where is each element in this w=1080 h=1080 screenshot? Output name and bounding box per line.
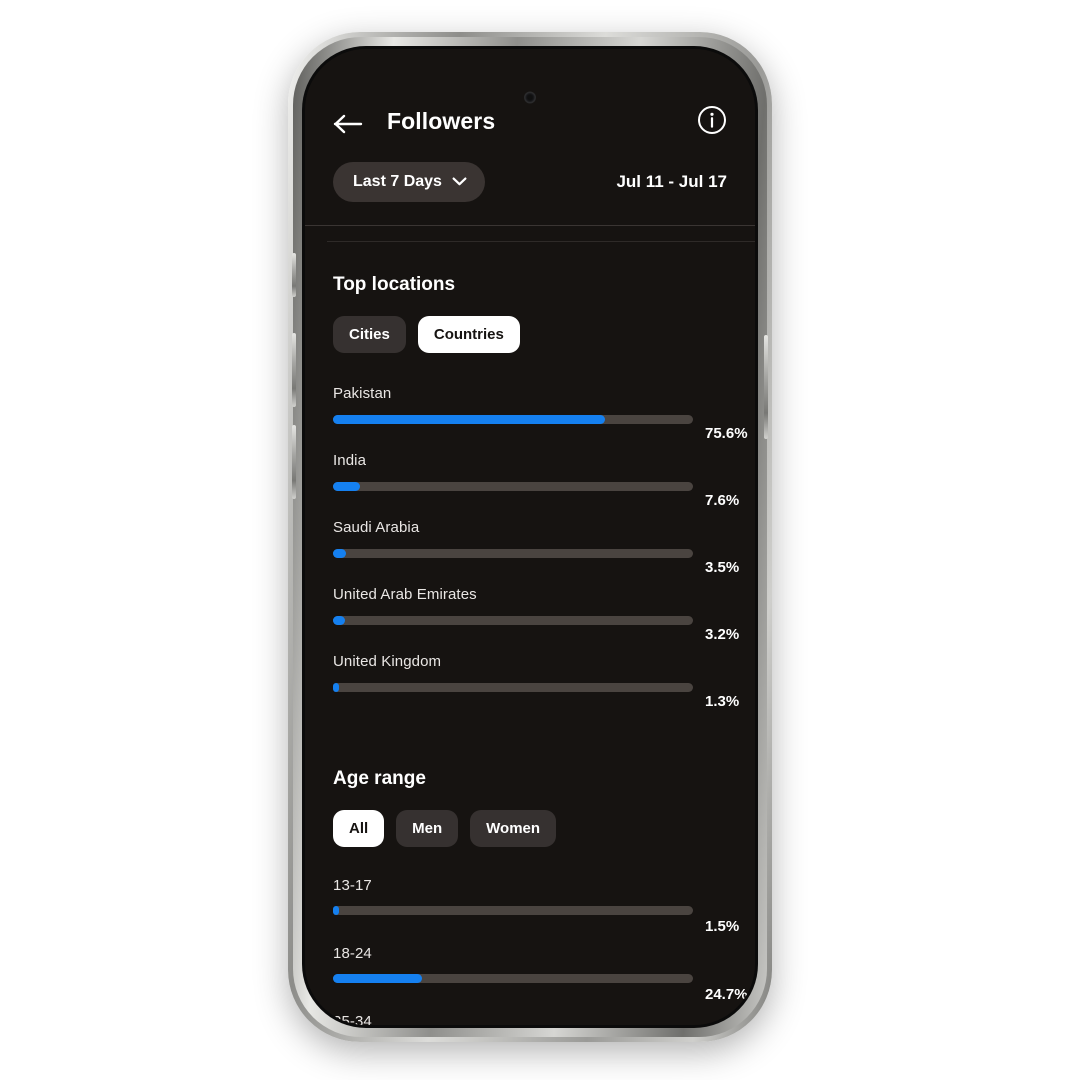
bar-row-value: 3.2%: [705, 626, 740, 643]
phone-frame-inner: Followers Last 7 Days Jul 11 - Jul 17 To…: [292, 37, 768, 1037]
page-title: Followers: [387, 108, 496, 134]
bar-row-label: Pakistan: [333, 385, 392, 402]
screenshot-stage: Followers Last 7 Days Jul 11 - Jul 17 To…: [0, 0, 1080, 1080]
power-button[interactable]: [764, 335, 768, 439]
bar-row: 25-3454.4%: [333, 1013, 727, 1025]
bar-row-value: 1.3%: [705, 693, 740, 710]
divider-primary: [305, 225, 755, 226]
bar-row-line: 1.3%: [333, 679, 739, 710]
bar-row-value: 1.5%: [705, 918, 740, 935]
bar-fill: [333, 482, 361, 491]
top-locations-section: Top locations Cities Countries Pakistan 7…: [305, 274, 755, 710]
bar-track: [333, 549, 693, 558]
tab-men[interactable]: Men: [396, 810, 459, 847]
bar-row-label: 25-34: [333, 1013, 372, 1025]
front-camera-icon: [525, 93, 535, 102]
volume-down-button[interactable]: [292, 425, 296, 499]
phone-device: Followers Last 7 Days Jul 11 - Jul 17 To…: [288, 32, 772, 1042]
bar-row-value: 3.5%: [705, 559, 740, 576]
bar-track: [333, 974, 693, 983]
bar-row-line: 3.5%: [333, 545, 739, 576]
instagram-insights-app: Followers Last 7 Days Jul 11 - Jul 17 To…: [305, 49, 755, 1025]
bar-row-value: 75.6%: [705, 425, 748, 442]
bar-row: Pakistan 75.6%: [333, 385, 748, 442]
mute-switch-button[interactable]: [292, 253, 296, 297]
bar-row: United Arab Emirates 3.2%: [333, 586, 739, 643]
tab-cities[interactable]: Cities: [333, 316, 406, 353]
tab-all[interactable]: All: [333, 810, 385, 847]
bar-fill: [333, 616, 345, 625]
bar-track: [333, 415, 693, 424]
info-circle-icon[interactable]: [697, 105, 727, 135]
bar-row-label: United Arab Emirates: [333, 586, 477, 603]
bar-row-value: 24.7%: [705, 986, 748, 1003]
bar-track: [333, 616, 693, 625]
bar-track: [333, 906, 693, 915]
bar-row: 18-24 24.7%: [333, 945, 748, 1003]
tab-countries[interactable]: Countries: [417, 316, 520, 353]
date-range-dropdown[interactable]: Last 7 Days: [333, 162, 485, 202]
bar-fill: [333, 683, 339, 692]
bar-row: 13-17 1.5%: [333, 877, 739, 935]
bar-fill: [333, 549, 346, 558]
date-filter-row: Last 7 Days Jul 11 - Jul 17: [305, 149, 755, 209]
chevron-down-icon: [452, 173, 467, 191]
top-locations-title: Top locations: [333, 274, 456, 295]
bar-row-label: 13-17: [333, 877, 372, 894]
bar-row-line: 24.7%: [333, 974, 748, 1003]
date-range-dropdown-label: Last 7 Days: [353, 173, 442, 190]
bar-row: United Kingdom 1.3%: [333, 653, 739, 710]
age-range-bar-list: 13-171.5%18-2424.7%25-3454.4%35-4414.5%: [333, 877, 748, 1025]
top-locations-bar-list: Pakistan 75.6% India 7.6% Saudi Arabia 3.5% Un…: [333, 385, 748, 710]
age-range-title: Age range: [333, 768, 426, 789]
bar-row: Saudi Arabia 3.5%: [333, 519, 739, 576]
top-locations-tabs: Cities Countries: [333, 316, 727, 353]
volume-up-button[interactable]: [292, 333, 296, 407]
bar-fill: [333, 974, 422, 983]
bar-row-label: United Kingdom: [333, 653, 442, 670]
phone-screen: Followers Last 7 Days Jul 11 - Jul 17 To…: [305, 49, 755, 1025]
bar-row-label: Saudi Arabia: [333, 519, 420, 536]
bar-row: India 7.6%: [333, 452, 739, 509]
bar-row-label: India: [333, 452, 367, 469]
arrow-left-icon[interactable]: [333, 113, 363, 135]
bar-track: [333, 482, 693, 491]
age-range-tabs: All Men Women: [333, 810, 727, 847]
date-range-text: Jul 11 - Jul 17: [616, 172, 727, 191]
bar-fill: [333, 906, 339, 915]
tab-women[interactable]: Women: [470, 810, 557, 847]
bar-row-value: 7.6%: [705, 492, 740, 509]
age-range-section: Age range All Men Women 13-17 1.5% 18-24 24…: [305, 768, 755, 1025]
bar-row-line: 1.5%: [333, 906, 739, 935]
divider-secondary: [327, 241, 755, 242]
bar-track: [333, 683, 693, 692]
bar-row-line: 3.2%: [333, 612, 739, 643]
bar-row-line: 75.6%: [333, 411, 748, 442]
bar-row-label: 18-24: [333, 945, 372, 962]
phone-bezel: Followers Last 7 Days Jul 11 - Jul 17 To…: [302, 46, 758, 1028]
bar-row-line: 7.6%: [333, 478, 739, 509]
bar-fill: [333, 415, 606, 424]
